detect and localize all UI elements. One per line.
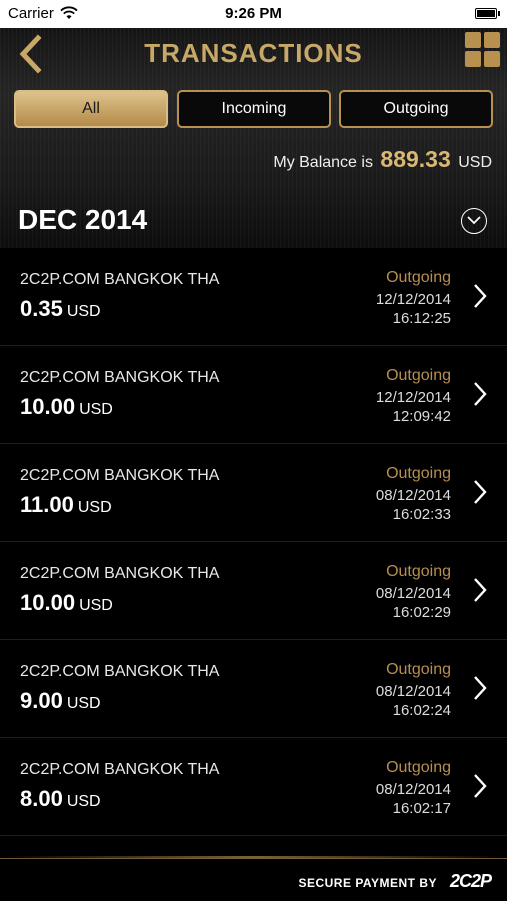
transaction-row[interactable]: 2C2P.COM BANGKOK THA 10.00 USD Outgoing 1…	[0, 346, 507, 444]
transaction-row[interactable]: 2C2P.COM BANGKOK THA 9.00 USD Outgoing 08…	[0, 640, 507, 738]
currency-label: USD	[66, 793, 101, 810]
month-toggle-button[interactable]	[461, 208, 487, 234]
tab-all[interactable]: All	[14, 90, 168, 128]
battery-icon	[475, 8, 500, 19]
direction-label: Outgoing	[386, 759, 451, 776]
transaction-date: 12/12/2014	[375, 291, 451, 308]
filter-tabs: All Incoming Outgoing	[14, 90, 493, 132]
currency-label: USD	[77, 499, 112, 516]
transaction-date: 08/12/2014	[375, 487, 451, 504]
chevron-right-icon	[474, 676, 487, 700]
grid-menu-button[interactable]	[465, 32, 501, 68]
balance-amount: 889.33	[380, 146, 451, 172]
transaction-amount: 8.00 USD	[20, 786, 101, 811]
chevron-right-icon	[474, 774, 487, 798]
chevron-right-icon	[474, 382, 487, 406]
transaction-row[interactable]: 2C2P.COM BANGKOK THA 11.00 USD Outgoing 0…	[0, 444, 507, 542]
direction-label: Outgoing	[386, 367, 451, 384]
tab-outgoing[interactable]: Outgoing	[339, 90, 493, 128]
transaction-row[interactable]: 2C2P.COM BANGKOK THA 0.35 USD Outgoing 12…	[0, 248, 507, 346]
merchant-name: 2C2P.COM BANGKOK THA	[20, 663, 220, 680]
transaction-time: 16:02:29	[392, 604, 451, 621]
secure-payment-label: SECURE PAYMENT BY	[298, 876, 437, 890]
transaction-amount: 11.00 USD	[20, 492, 112, 517]
transaction-date: 12/12/2014	[375, 389, 451, 406]
transaction-row[interactable]: 2C2P.COM BANGKOK THA 8.00 USD Outgoing 08…	[0, 738, 507, 836]
status-bar: Carrier 9:26 PM	[0, 0, 507, 28]
merchant-name: 2C2P.COM BANGKOK THA	[20, 271, 220, 288]
transaction-date: 08/12/2014	[375, 781, 451, 798]
merchant-name: 2C2P.COM BANGKOK THA	[20, 369, 220, 386]
direction-label: Outgoing	[386, 563, 451, 580]
clock-label: 9:26 PM	[225, 5, 282, 22]
chevron-right-icon	[474, 578, 487, 602]
transaction-amount: 10.00 USD	[20, 394, 113, 419]
direction-label: Outgoing	[386, 269, 451, 286]
transaction-time: 16:02:17	[392, 800, 451, 817]
month-label: DEC 2014	[18, 204, 148, 235]
balance-prefix: My Balance is	[273, 154, 373, 171]
chevron-down-icon	[467, 216, 481, 225]
balance-summary: My Balance is 889.33 USD	[273, 146, 492, 173]
currency-label: USD	[79, 401, 113, 418]
grid-icon	[465, 32, 481, 48]
transaction-time: 12:09:42	[392, 408, 451, 425]
header: TRANSACTIONS All Incoming Outgoing My Ba…	[0, 28, 507, 248]
balance-currency: USD	[458, 154, 492, 171]
currency-label: USD	[66, 303, 101, 320]
footer: SECURE PAYMENT BY 2C2P	[0, 856, 507, 901]
transaction-time: 16:02:33	[392, 506, 451, 523]
tab-incoming[interactable]: Incoming	[177, 90, 331, 128]
direction-label: Outgoing	[386, 661, 451, 678]
transaction-amount: 10.00 USD	[20, 590, 113, 615]
merchant-name: 2C2P.COM BANGKOK THA	[20, 467, 220, 484]
transaction-amount: 9.00 USD	[20, 688, 101, 713]
transaction-time: 16:02:24	[392, 702, 451, 719]
merchant-name: 2C2P.COM BANGKOK THA	[20, 761, 220, 778]
chevron-right-icon	[474, 480, 487, 504]
currency-label: USD	[66, 695, 101, 712]
page-title: TRANSACTIONS	[144, 38, 363, 68]
chevron-right-icon	[474, 284, 487, 308]
direction-label: Outgoing	[386, 465, 451, 482]
currency-label: USD	[79, 597, 113, 614]
transaction-time: 16:12:25	[392, 310, 451, 327]
merchant-name: 2C2P.COM BANGKOK THA	[20, 565, 220, 582]
transaction-date: 08/12/2014	[375, 683, 451, 700]
transaction-amount: 0.35 USD	[20, 296, 101, 321]
transaction-date: 08/12/2014	[375, 585, 451, 602]
brand-logo: 2C2P	[449, 871, 492, 891]
transaction-row[interactable]: 2C2P.COM BANGKOK THA 10.00 USD Outgoing 0…	[0, 542, 507, 640]
